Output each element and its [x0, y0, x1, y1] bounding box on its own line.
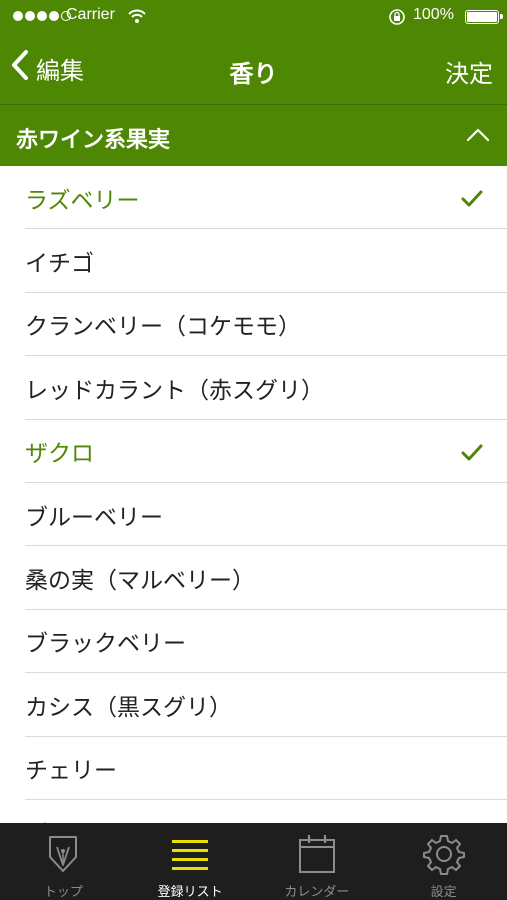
list-item-label: カシス（黒スグリ）: [25, 694, 232, 721]
list-item[interactable]: ブラックベリー: [0, 610, 507, 674]
carrier-label: Carrier: [66, 6, 115, 23]
section-header[interactable]: 赤ワイン系果実: [0, 104, 507, 166]
tab-top-label: トップ: [43, 885, 83, 900]
list-item-label: ブラックベリー: [25, 631, 186, 658]
list-item-label: ブラックチェリー: [25, 815, 209, 823]
list-item-label: ブルーベリー: [25, 504, 163, 531]
list-item[interactable]: クランベリー（コケモモ）: [0, 293, 507, 357]
list-item[interactable]: ブラックチェリー: [0, 800, 507, 823]
gear-icon: [422, 833, 465, 875]
list-item[interactable]: イチゴ: [0, 229, 507, 294]
list-item[interactable]: ラズベリー: [0, 166, 507, 230]
list-item-label: 桑の実（マルベリー）: [25, 568, 255, 595]
tab-calendar[interactable]: カレンダー: [254, 823, 381, 900]
list-item-label: チェリー: [25, 758, 117, 785]
tab-calendar-label: カレンダー: [284, 885, 350, 900]
list-item-label: ラズベリー: [25, 187, 140, 214]
calendar-icon: [298, 833, 336, 875]
pen-nib-icon: [46, 833, 80, 875]
rotation-lock-icon: [388, 8, 406, 30]
tab-registered-list-label: 登録リスト: [157, 885, 223, 900]
tab-top[interactable]: トップ: [0, 823, 127, 900]
wifi-icon: [127, 8, 147, 28]
tab-bar: トップ 登録リスト カレンダー 設定: [0, 823, 507, 900]
chevron-up-icon[interactable]: [466, 127, 490, 146]
list-icon: [171, 833, 209, 875]
list-item[interactable]: ザクロ: [0, 420, 507, 484]
done-button[interactable]: 決定: [445, 54, 493, 89]
status-bar: Carrier 100%: [0, 0, 507, 34]
list-item[interactable]: チェリー: [0, 737, 507, 801]
tab-settings[interactable]: 設定: [380, 823, 507, 900]
list-item[interactable]: ブルーベリー: [0, 483, 507, 547]
checkmark-icon: [461, 188, 483, 214]
battery-percentage: 100%: [413, 6, 454, 23]
aroma-list[interactable]: ラズベリーイチゴクランベリー（コケモモ） レッドカラント（赤スグリ） ザクロブルーベ…: [0, 166, 507, 823]
page-title: 香り: [229, 60, 278, 88]
list-item-label: イチゴ: [25, 251, 94, 278]
tab-registered-list[interactable]: 登録リスト: [127, 823, 254, 900]
section-title: 赤ワイン系果実: [16, 128, 171, 153]
list-item[interactable]: カシス（黒スグリ）: [0, 673, 507, 737]
checkmark-icon: [461, 442, 483, 468]
list-item-label: ザクロ: [25, 441, 94, 468]
navigation-bar: 編集 香り 決定: [0, 34, 507, 104]
signal-strength-icon: [13, 11, 71, 21]
list-item-label: クランベリー（コケモモ）: [25, 314, 301, 341]
list-item-label: レッドカラント（赤スグリ）: [25, 377, 324, 404]
tab-settings-label: 設定: [430, 885, 457, 900]
list-item[interactable]: レッドカラント（赤スグリ）: [0, 356, 507, 420]
list-item[interactable]: 桑の実（マルベリー）: [0, 546, 507, 611]
battery-icon: [465, 10, 503, 24]
